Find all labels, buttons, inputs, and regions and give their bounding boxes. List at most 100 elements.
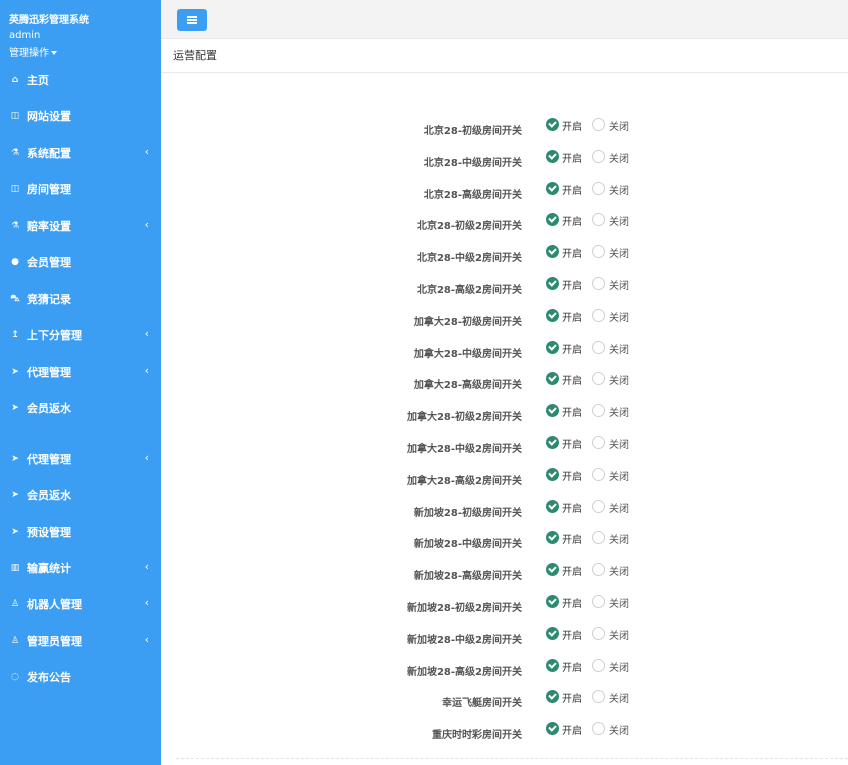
- radio-on[interactable]: [546, 467, 559, 481]
- radio-on[interactable]: [546, 213, 559, 227]
- radio-on[interactable]: [546, 277, 559, 290]
- radio-on[interactable]: [546, 595, 559, 608]
- radio-off-label[interactable]: 关闭: [609, 595, 629, 610]
- radio-off[interactable]: [592, 658, 605, 672]
- radio-off-label[interactable]: 关闭: [609, 500, 629, 515]
- radio-off-label[interactable]: 关闭: [609, 722, 629, 737]
- switch-row: 新加坡28-高级房间开关 开启 关闭: [161, 562, 848, 586]
- radio-off[interactable]: [592, 372, 605, 386]
- radio-off[interactable]: [592, 213, 605, 227]
- radio-off[interactable]: [592, 563, 605, 577]
- radio-on[interactable]: [546, 722, 559, 736]
- radio-on-label[interactable]: 开启: [562, 182, 582, 197]
- radio-off-label[interactable]: 关闭: [609, 245, 629, 260]
- radio-on-label[interactable]: 开启: [562, 531, 582, 546]
- radio-on-label[interactable]: 开启: [562, 436, 582, 451]
- radio-on-label[interactable]: 开启: [562, 213, 582, 228]
- radio-off[interactable]: [592, 340, 605, 354]
- radio-on-label[interactable]: 开启: [562, 372, 582, 387]
- radio-on[interactable]: [546, 118, 559, 131]
- radio-on-label[interactable]: 开启: [562, 563, 582, 578]
- radio-on[interactable]: [546, 658, 559, 672]
- radio-off[interactable]: [592, 722, 605, 736]
- radio-on[interactable]: [546, 690, 559, 704]
- radio-off[interactable]: [592, 245, 605, 259]
- radio-on[interactable]: [546, 404, 559, 418]
- radio-off-label[interactable]: 关闭: [609, 150, 629, 165]
- radio-off-label[interactable]: 关闭: [609, 563, 629, 578]
- radio-on-label[interactable]: 开启: [562, 468, 582, 483]
- radio-on-label[interactable]: 开启: [562, 118, 582, 133]
- radio-off[interactable]: [592, 467, 605, 481]
- sidebar-item[interactable]: ⛍ 竞猜记录: [0, 286, 161, 312]
- radio-on-label[interactable]: 开启: [562, 595, 582, 610]
- radio-off-label[interactable]: 关闭: [609, 309, 629, 324]
- radio-on[interactable]: [546, 340, 559, 354]
- radio-on-label[interactable]: 开启: [562, 341, 582, 356]
- radio-off[interactable]: [592, 436, 605, 449]
- radio-off[interactable]: [592, 404, 605, 418]
- radio-on[interactable]: [546, 149, 559, 163]
- radio-on[interactable]: [546, 531, 559, 545]
- sidebar-item[interactable]: ⚗ 系统配置 ‹: [0, 140, 161, 166]
- radio-off[interactable]: [592, 595, 605, 608]
- radio-off-label[interactable]: 关闭: [609, 118, 629, 133]
- radio-off[interactable]: [592, 118, 605, 131]
- sidebar-item[interactable]: ➤ 代理管理 ‹: [0, 359, 161, 385]
- radio-on[interactable]: [546, 372, 559, 386]
- radio-on[interactable]: [546, 499, 559, 513]
- radio-off[interactable]: [592, 690, 605, 704]
- sidebar-item[interactable]: ◌ 发布公告: [0, 664, 161, 690]
- radio-on-label[interactable]: 开启: [562, 690, 582, 705]
- radio-off-label[interactable]: 关闭: [609, 182, 629, 197]
- radio-off[interactable]: [592, 308, 605, 322]
- radio-off-label[interactable]: 关闭: [609, 531, 629, 546]
- radio-off-label[interactable]: 关闭: [609, 627, 629, 642]
- sidebar-item[interactable]: ➤ 会员返水: [0, 482, 161, 508]
- sidebar-item[interactable]: ◫ 房间管理: [0, 176, 161, 202]
- radio-off[interactable]: [592, 531, 605, 545]
- radio-on-label[interactable]: 开启: [562, 500, 582, 515]
- sidebar-item[interactable]: ↥ 上下分管理 ‹: [0, 322, 161, 348]
- sidebar-item[interactable]: ♙ 管理员管理 ‹: [0, 628, 161, 654]
- radio-off-label[interactable]: 关闭: [609, 436, 629, 451]
- sidebar-item[interactable]: ⌂ 主页: [0, 67, 161, 93]
- radio-on-label[interactable]: 开启: [562, 245, 582, 260]
- radio-off[interactable]: [592, 277, 605, 290]
- radio-off[interactable]: [592, 181, 605, 195]
- radio-on[interactable]: [546, 308, 559, 322]
- radio-on-label[interactable]: 开启: [562, 277, 582, 292]
- radio-on[interactable]: [546, 245, 559, 259]
- sidebar-item[interactable]: ▥ 输赢统计 ‹: [0, 555, 161, 581]
- radio-off-label[interactable]: 关闭: [609, 690, 629, 705]
- radio-on-label[interactable]: 开启: [562, 722, 582, 737]
- radio-on[interactable]: [546, 181, 559, 195]
- radio-off-label[interactable]: 关闭: [609, 659, 629, 674]
- radio-off-label[interactable]: 关闭: [609, 277, 629, 292]
- radio-off-label[interactable]: 关闭: [609, 372, 629, 387]
- radio-on-label[interactable]: 开启: [562, 150, 582, 165]
- sidebar-item[interactable]: ⚗ 赔率设置 ‹: [0, 213, 161, 239]
- sidebar-item[interactable]: ● 会员管理: [0, 249, 161, 275]
- radio-on[interactable]: [546, 563, 559, 577]
- radio-off-label[interactable]: 关闭: [609, 213, 629, 228]
- radio-on[interactable]: [546, 436, 559, 449]
- sidebar-item[interactable]: ➤ 会员返水: [0, 395, 161, 421]
- radio-on[interactable]: [546, 626, 559, 640]
- radio-off-label[interactable]: 关闭: [609, 468, 629, 483]
- radio-on-label[interactable]: 开启: [562, 659, 582, 674]
- radio-on-label[interactable]: 开启: [562, 309, 582, 324]
- radio-on-label[interactable]: 开启: [562, 627, 582, 642]
- radio-off-label[interactable]: 关闭: [609, 341, 629, 356]
- sidebar-item[interactable]: ◫ 网站设置: [0, 103, 161, 129]
- radio-on-label[interactable]: 开启: [562, 404, 582, 419]
- radio-off[interactable]: [592, 626, 605, 640]
- radio-off-label[interactable]: 关闭: [609, 404, 629, 419]
- sidebar-item[interactable]: ➤ 代理管理 ‹: [0, 446, 161, 472]
- radio-off[interactable]: [592, 499, 605, 513]
- sidebar-item[interactable]: ➤ 预设管理: [0, 519, 161, 545]
- user-menu-toggle[interactable]: 管理操作: [9, 44, 57, 59]
- radio-off[interactable]: [592, 149, 605, 163]
- sidebar-item[interactable]: ♙ 机器人管理 ‹: [0, 591, 161, 617]
- menu-toggle-button[interactable]: [177, 9, 207, 31]
